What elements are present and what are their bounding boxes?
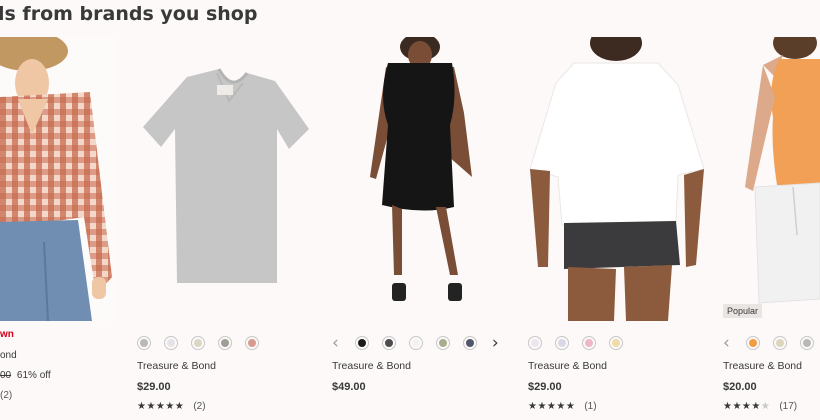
swatch-yellow[interactable] — [609, 336, 623, 350]
product-price: $29.00 — [528, 381, 562, 393]
swatch-sand[interactable] — [772, 336, 787, 350]
review-count: (17) — [779, 401, 798, 412]
product-rating[interactable]: ★★★★★ (2) — [137, 401, 206, 412]
swatch-pink[interactable] — [582, 336, 596, 350]
product-rating[interactable]: ★★★★★ (1) — [528, 401, 597, 412]
chevron-left-icon[interactable]: ‹ — [332, 335, 339, 352]
product-price: $20.00 — [723, 381, 757, 393]
color-swatches: ‹ › — [332, 335, 499, 352]
product-image[interactable] — [0, 37, 115, 321]
popular-badge: Popular — [723, 304, 763, 318]
swatch-lavender[interactable] — [555, 336, 569, 350]
product-image[interactable] — [723, 37, 820, 321]
swatch-gray[interactable] — [799, 336, 814, 350]
discount-percent: 61% off — [16, 370, 51, 381]
chevron-right-icon[interactable]: › — [492, 335, 499, 352]
chevron-left-icon[interactable]: ‹ — [723, 335, 730, 352]
product-image[interactable] — [528, 37, 708, 321]
swatch-lavender[interactable] — [164, 336, 178, 350]
color-swatches — [137, 335, 272, 351]
product-card-plaid-shirt[interactable]: wn ond 00 61% off (2) — [0, 37, 115, 420]
swatch-orange[interactable] — [745, 336, 760, 350]
sale-price-row: 00 61% off — [0, 370, 51, 381]
product-card-black-dress[interactable]: ‹ › Treasure & Bond $49.00 — [332, 37, 512, 420]
swatch-beige[interactable] — [191, 336, 205, 350]
product-brand[interactable]: Treasure & Bond — [528, 360, 607, 372]
section-title: ls from brands you shop — [0, 3, 258, 25]
review-count: (2) — [193, 401, 206, 412]
swatch-navy[interactable] — [462, 336, 477, 350]
product-brand[interactable]: ond — [0, 350, 17, 361]
product-image[interactable] — [137, 37, 312, 321]
product-rating[interactable]: ★★★★★ (17) — [723, 401, 797, 412]
original-price: 00 — [0, 370, 12, 381]
review-count: (1) — [584, 401, 597, 412]
swatch-white[interactable] — [528, 336, 542, 350]
product-brand[interactable]: Treasure & Bond — [137, 360, 216, 372]
star-rating-icons: ★★★★★ — [137, 401, 185, 412]
color-swatches: ‹ — [723, 335, 820, 352]
product-card-gray-tee[interactable]: Treasure & Bond $29.00 ★★★★★ (2) — [137, 37, 312, 420]
product-price: $49.00 — [332, 381, 366, 393]
swatch-rose[interactable] — [245, 336, 259, 350]
review-count[interactable]: (2) — [0, 390, 12, 401]
swatch-black[interactable] — [354, 336, 369, 350]
swatch-sage[interactable] — [218, 336, 232, 350]
star-rating-icons: ★★★★★ — [528, 401, 576, 412]
swatch-charcoal[interactable] — [381, 336, 396, 350]
product-image[interactable] — [332, 37, 512, 321]
product-brand[interactable]: Treasure & Bond — [723, 360, 802, 372]
sale-label: wn — [0, 329, 14, 340]
star-rating-icons: ★★★★★ — [723, 401, 771, 412]
product-card-white-tee[interactable]: Treasure & Bond $29.00 ★★★★★ (1) — [528, 37, 708, 420]
product-card-orange-tank[interactable]: Popular ‹ Treasure & Bond $20.00 ★★★★★ (… — [723, 37, 820, 420]
product-price: $29.00 — [137, 381, 171, 393]
product-brand[interactable]: Treasure & Bond — [332, 360, 411, 372]
swatch-light-gray[interactable] — [137, 336, 151, 350]
swatch-white[interactable] — [408, 336, 423, 350]
color-swatches — [528, 335, 636, 351]
swatch-olive[interactable] — [435, 336, 450, 350]
